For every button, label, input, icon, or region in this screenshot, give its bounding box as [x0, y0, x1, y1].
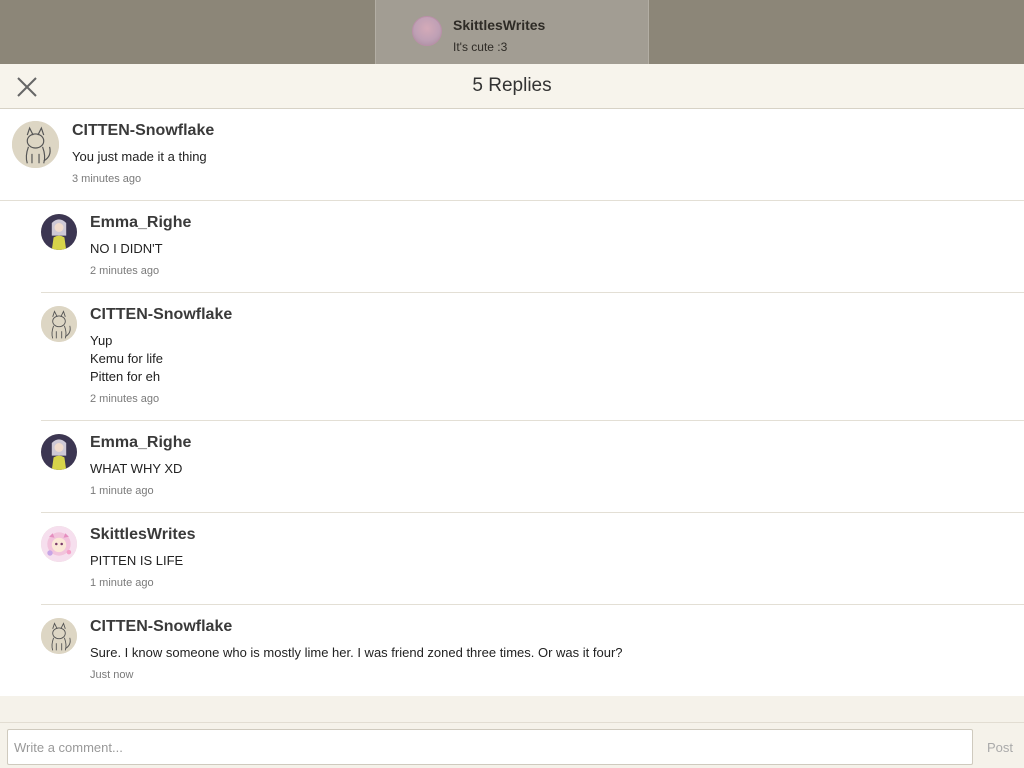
comment-text: Sure. I know someone who is mostly lime …	[90, 644, 1024, 662]
comment-author[interactable]: SkittlesWrites	[90, 526, 1024, 544]
avatar[interactable]	[41, 618, 77, 654]
background-author: SkittlesWrites	[453, 17, 546, 33]
comment-line: Sure. I know someone who is mostly lime …	[90, 645, 623, 660]
background-overlay: SkittlesWrites It's cute :3	[0, 0, 1024, 64]
pink-character-avatar-icon	[41, 526, 77, 562]
comment-author[interactable]: CITTEN-Snowflake	[90, 618, 1024, 636]
background-avatar	[412, 16, 442, 46]
replies-modal: 5 Replies CITTEN-Snowflake You just made…	[0, 64, 1024, 768]
reply-item: SkittlesWrites PITTEN IS LIFE 1 minute a…	[41, 513, 1024, 605]
comment-line: Yup	[90, 333, 113, 348]
avatar[interactable]	[12, 121, 59, 168]
anime-girl-avatar-icon	[41, 214, 77, 250]
avatar[interactable]	[41, 434, 77, 470]
comment-text: You just made it a thing	[72, 148, 1024, 166]
reply-item: CITTEN-Snowflake Yup Kemu for life Pitte…	[41, 293, 1024, 421]
comment-body: Emma_Righe NO I DIDN'T 2 minutes ago	[90, 213, 1024, 280]
comment-body: SkittlesWrites PITTEN IS LIFE 1 minute a…	[90, 525, 1024, 592]
comment-line: NO I DIDN'T	[90, 241, 163, 256]
comment-author[interactable]: Emma_Righe	[90, 434, 1024, 452]
avatar[interactable]	[41, 526, 77, 562]
comment-text: PITTEN IS LIFE	[90, 552, 1024, 570]
background-comment-card: SkittlesWrites It's cute :3	[375, 0, 649, 64]
comment-text: NO I DIDN'T	[90, 240, 1024, 258]
comment-author[interactable]: CITTEN-Snowflake	[90, 306, 1024, 324]
comment-line: You just made it a thing	[72, 149, 207, 164]
modal-header: 5 Replies	[0, 64, 1024, 109]
comment-text: WHAT WHY XD	[90, 460, 1024, 478]
comment-text: Yup Kemu for life Pitten for eh	[90, 332, 1024, 386]
cat-sketch-avatar-icon	[12, 121, 59, 168]
reply-item: CITTEN-Snowflake Sure. I know someone wh…	[41, 605, 1024, 696]
comment-body: CITTEN-Snowflake You just made it a thin…	[72, 121, 1024, 188]
replies-list: CITTEN-Snowflake You just made it a thin…	[0, 109, 1024, 696]
comment-body: CITTEN-Snowflake Sure. I know someone wh…	[90, 617, 1024, 685]
comment-line: WHAT WHY XD	[90, 461, 183, 476]
comment-timestamp: 3 minutes ago	[72, 173, 142, 185]
comment-author[interactable]: CITTEN-Snowflake	[72, 122, 1024, 140]
comment-composer: Post	[0, 722, 1024, 768]
cat-sketch-avatar-icon	[41, 306, 77, 342]
comment-body: Emma_Righe WHAT WHY XD 1 minute ago	[90, 433, 1024, 500]
comment-line: Pitten for eh	[90, 369, 161, 384]
reply-item: Emma_Righe NO I DIDN'T 2 minutes ago	[41, 201, 1024, 293]
avatar[interactable]	[41, 214, 77, 250]
post-button[interactable]: Post	[976, 729, 1024, 765]
comment-input[interactable]	[7, 729, 973, 765]
comment-timestamp: 1 minute ago	[90, 577, 154, 589]
anime-girl-avatar-icon	[41, 434, 77, 470]
reply-item: Emma_Righe WHAT WHY XD 1 minute ago	[41, 421, 1024, 513]
cat-sketch-avatar-icon	[41, 618, 77, 654]
comment-line: PITTEN IS LIFE	[90, 553, 184, 568]
avatar[interactable]	[41, 306, 77, 342]
comment-timestamp: 2 minutes ago	[90, 265, 160, 277]
comment-author[interactable]: Emma_Righe	[90, 214, 1024, 232]
background-text: It's cute :3	[453, 40, 508, 54]
modal-title: 5 Replies	[472, 75, 552, 96]
comment-timestamp: 1 minute ago	[90, 485, 154, 497]
comment-body: CITTEN-Snowflake Yup Kemu for life Pitte…	[90, 305, 1024, 408]
comment-line: Kemu for life	[90, 351, 163, 366]
comment-timestamp: Just now	[90, 669, 134, 681]
root-comment: CITTEN-Snowflake You just made it a thin…	[0, 109, 1024, 201]
comment-timestamp: 2 minutes ago	[90, 393, 160, 405]
